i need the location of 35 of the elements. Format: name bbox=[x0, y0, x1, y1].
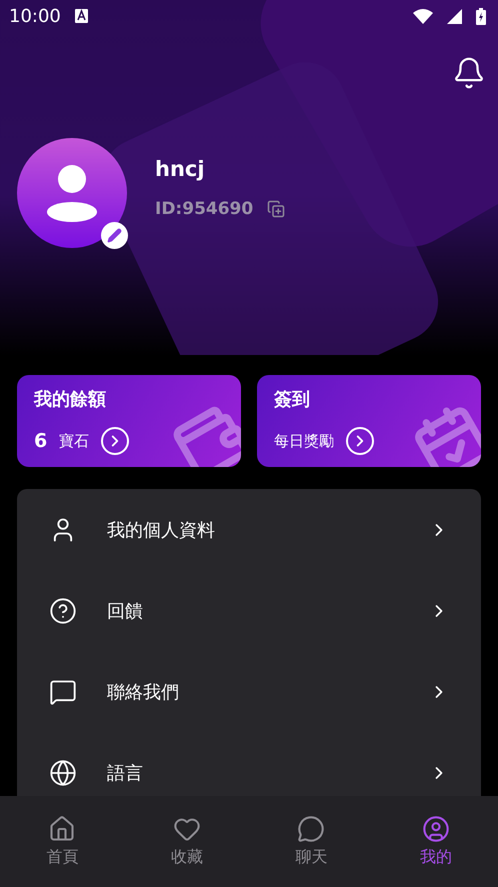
nav-tab[interactable]: 聊天 bbox=[249, 796, 374, 887]
card-title: 簽到 bbox=[274, 388, 311, 411]
arrow-button[interactable] bbox=[101, 427, 130, 455]
nav-tab[interactable]: 收藏 bbox=[124, 796, 249, 887]
globe-icon bbox=[49, 758, 77, 786]
status-time: 10:00 bbox=[9, 6, 61, 26]
message-icon bbox=[49, 678, 77, 706]
pencil-icon bbox=[107, 228, 122, 243]
card-label: 每日獎勵 bbox=[274, 432, 334, 450]
menu-item[interactable]: 我的個人資料 bbox=[107, 518, 399, 542]
username: hncj bbox=[155, 157, 206, 181]
nav-tab[interactable]: 首頁 bbox=[0, 796, 124, 887]
nav-tab[interactable]: 我的 bbox=[374, 796, 498, 887]
card-label: 寶石 bbox=[59, 432, 90, 450]
copy-icon[interactable] bbox=[267, 200, 286, 218]
signal-icon bbox=[447, 8, 462, 24]
user-icon bbox=[47, 164, 97, 222]
keyboard-icon bbox=[74, 9, 88, 23]
bell-icon[interactable] bbox=[452, 56, 486, 90]
battery-icon bbox=[476, 8, 486, 24]
card-title: 我的餘額 bbox=[34, 388, 107, 411]
chat-icon bbox=[297, 815, 326, 843]
user-id: ID:954690 bbox=[155, 199, 254, 219]
gem-count: 6 bbox=[34, 430, 48, 452]
menu-item[interactable]: 語言 bbox=[107, 760, 399, 784]
reward-card[interactable]: 簽到 每日獎勵 bbox=[257, 375, 481, 467]
help-icon bbox=[49, 596, 77, 624]
home-icon bbox=[48, 815, 76, 843]
reward-card[interactable]: 我的餘額 6 寶石 bbox=[17, 375, 241, 467]
menu-item[interactable]: 回饋 bbox=[107, 598, 399, 622]
user-icon bbox=[422, 815, 450, 843]
edit-button[interactable] bbox=[101, 222, 128, 249]
arrow-button[interactable] bbox=[346, 427, 374, 455]
wifi-icon bbox=[413, 8, 433, 24]
menu-item[interactable]: 聯絡我們 bbox=[107, 680, 399, 704]
